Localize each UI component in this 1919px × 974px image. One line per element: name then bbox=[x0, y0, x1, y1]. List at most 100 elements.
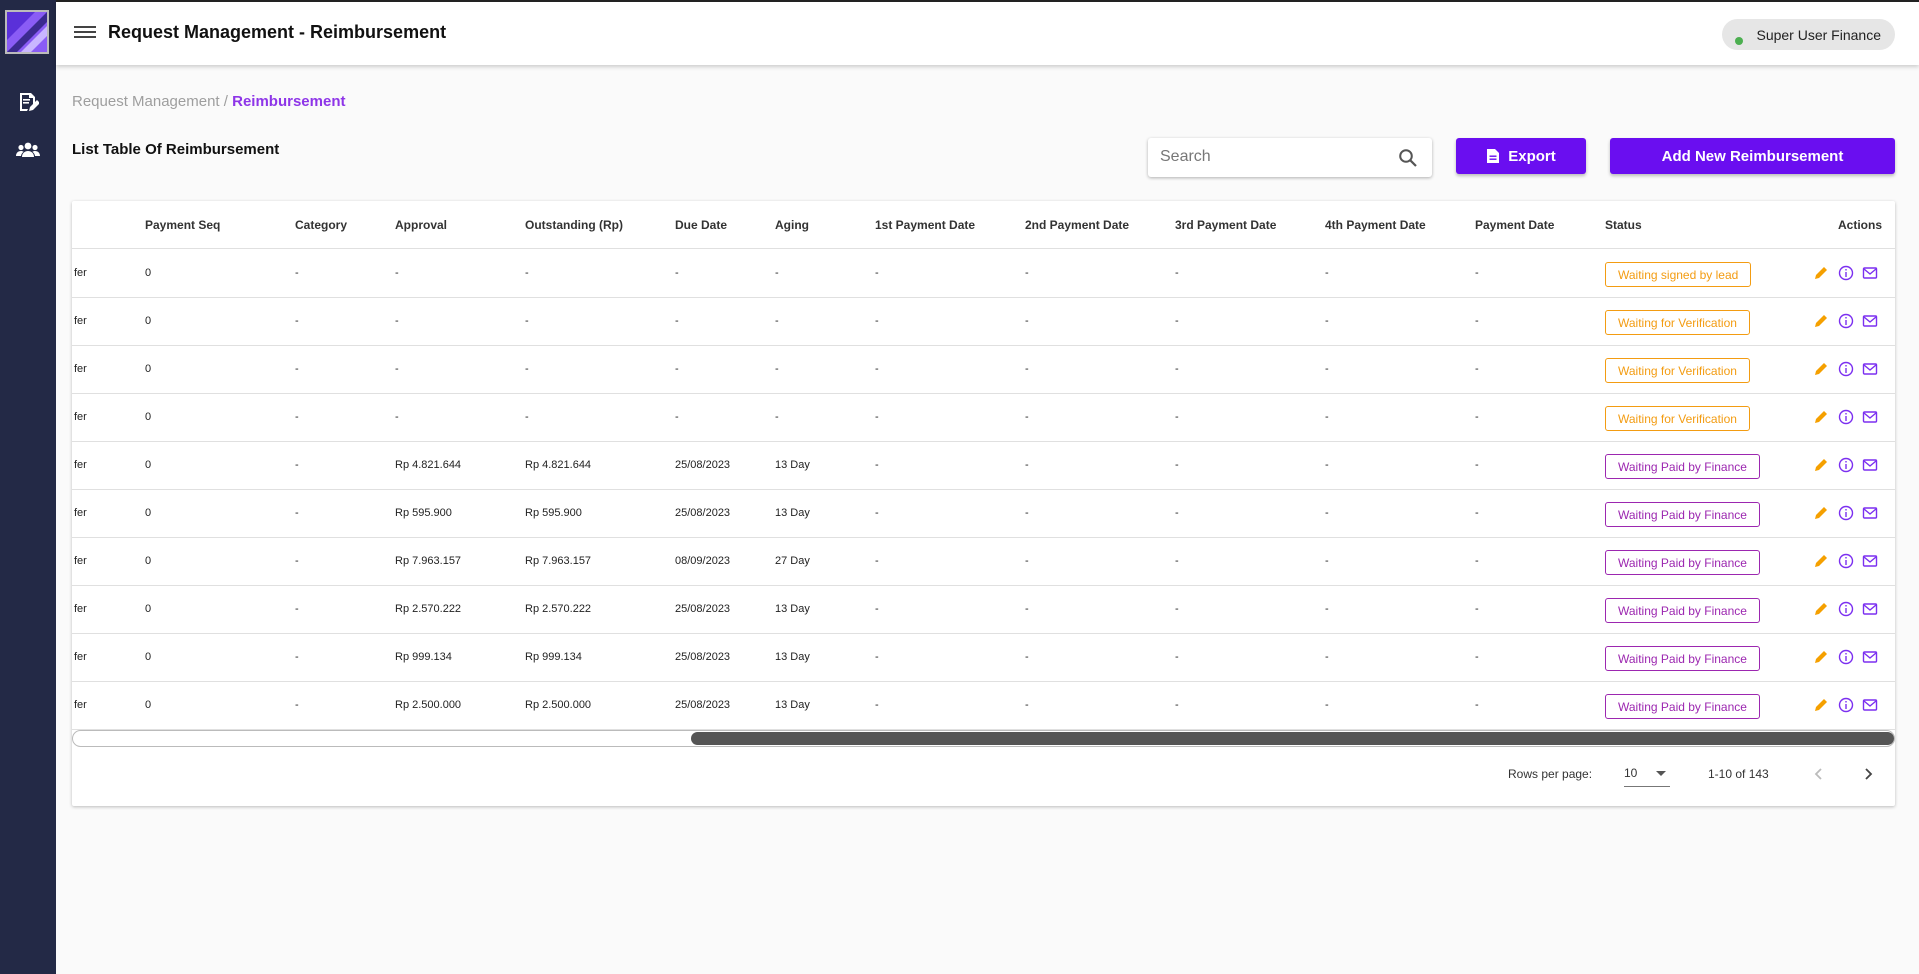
table-row[interactable]: fer 0 - - - - - - - - - - Waiting for Verification bbox=[72, 346, 1895, 394]
edit-icon[interactable] bbox=[1813, 361, 1829, 377]
mail-icon[interactable] bbox=[1862, 505, 1878, 521]
cell-outstanding: - bbox=[525, 411, 529, 423]
col-status[interactable]: Status bbox=[1605, 218, 1642, 232]
previous-page-button[interactable] bbox=[1805, 760, 1833, 788]
users-group-icon[interactable] bbox=[14, 136, 42, 164]
info-icon[interactable] bbox=[1838, 313, 1854, 329]
cell-3rd-payment-date: - bbox=[1175, 363, 1179, 375]
col-due-date[interactable]: Due Date bbox=[675, 218, 727, 232]
info-icon[interactable] bbox=[1838, 457, 1854, 473]
cell-2nd-payment-date: - bbox=[1025, 459, 1029, 471]
edit-icon[interactable] bbox=[1813, 649, 1829, 665]
edit-icon[interactable] bbox=[1813, 313, 1829, 329]
cell-category: - bbox=[295, 315, 299, 327]
info-icon[interactable] bbox=[1838, 649, 1854, 665]
col-category[interactable]: Category bbox=[295, 218, 347, 232]
cell-prefix: fer bbox=[74, 459, 87, 471]
col-3rd-payment-date[interactable]: 3rd Payment Date bbox=[1175, 218, 1276, 232]
mail-icon[interactable] bbox=[1862, 409, 1878, 425]
horizontal-scrollbar[interactable] bbox=[72, 730, 1895, 747]
scrollbar-thumb[interactable] bbox=[691, 732, 1894, 745]
cell-2nd-payment-date: - bbox=[1025, 603, 1029, 615]
cell-payment-date: - bbox=[1475, 315, 1479, 327]
document-edit-icon[interactable] bbox=[14, 88, 42, 116]
cell-prefix: fer bbox=[74, 507, 87, 519]
col-actions: Actions bbox=[1838, 218, 1883, 232]
cell-approval: - bbox=[395, 315, 399, 327]
edit-icon[interactable] bbox=[1813, 265, 1829, 281]
mail-icon[interactable] bbox=[1862, 361, 1878, 377]
edit-icon[interactable] bbox=[1813, 697, 1829, 713]
info-icon[interactable] bbox=[1838, 601, 1854, 617]
table-row[interactable]: fer 0 - Rp 4.821.644 Rp 4.821.644 25/08/2023 1… bbox=[72, 442, 1895, 490]
app-logo[interactable] bbox=[5, 10, 49, 54]
info-icon[interactable] bbox=[1838, 697, 1854, 713]
cell-payment-date: - bbox=[1475, 555, 1479, 567]
export-button[interactable]: Export bbox=[1456, 138, 1586, 174]
col-payment-seq[interactable]: Payment Seq bbox=[145, 218, 220, 232]
mail-icon[interactable] bbox=[1862, 649, 1878, 665]
info-icon[interactable] bbox=[1838, 361, 1854, 377]
breadcrumb-separator: / bbox=[223, 93, 228, 110]
edit-icon[interactable] bbox=[1813, 457, 1829, 473]
mail-icon[interactable] bbox=[1862, 457, 1878, 473]
table-row[interactable]: fer 0 - - - - - - - - - - Waiting signed by lead bbox=[72, 250, 1895, 298]
table-row[interactable]: fer 0 - - - - - - - - - - Waiting for Verification bbox=[72, 394, 1895, 442]
add-new-reimbursement-button[interactable]: Add New Reimbursement bbox=[1610, 138, 1895, 174]
info-icon[interactable] bbox=[1838, 505, 1854, 521]
info-icon[interactable] bbox=[1838, 265, 1854, 281]
cell-4th-payment-date: - bbox=[1325, 603, 1329, 615]
breadcrumb-parent[interactable]: Request Management bbox=[72, 93, 220, 110]
cell-payment-seq: 0 bbox=[145, 555, 152, 567]
edit-icon[interactable] bbox=[1813, 409, 1829, 425]
search-input[interactable] bbox=[1160, 148, 1390, 166]
cell-category: - bbox=[295, 363, 299, 375]
col-2nd-payment-date[interactable]: 2nd Payment Date bbox=[1025, 218, 1129, 232]
mail-icon[interactable] bbox=[1862, 313, 1878, 329]
rows-per-page-select[interactable]: 10 bbox=[1624, 761, 1670, 787]
edit-icon[interactable] bbox=[1813, 505, 1829, 521]
info-icon[interactable] bbox=[1838, 409, 1854, 425]
table-row[interactable]: fer 0 - Rp 2.570.222 Rp 2.570.222 25/08/2023 1… bbox=[72, 586, 1895, 634]
cell-1st-payment-date: - bbox=[875, 603, 879, 615]
table-row[interactable]: fer 0 - Rp 2.500.000 Rp 2.500.000 25/08/2023 1… bbox=[72, 682, 1895, 730]
cell-due-date: 25/08/2023 bbox=[675, 651, 731, 663]
cell-approval: Rp 999.134 bbox=[395, 651, 452, 663]
cell-4th-payment-date: - bbox=[1325, 363, 1329, 375]
info-icon[interactable] bbox=[1838, 553, 1854, 569]
col-aging[interactable]: Aging bbox=[775, 218, 809, 232]
cell-due-date: - bbox=[675, 315, 679, 327]
cell-category: - bbox=[295, 699, 299, 711]
cell-aging: - bbox=[775, 411, 779, 423]
user-menu-chip[interactable]: Super User Finance bbox=[1722, 19, 1895, 50]
export-button-label: Export bbox=[1508, 147, 1556, 165]
mail-icon[interactable] bbox=[1862, 697, 1878, 713]
col-1st-payment-date[interactable]: 1st Payment Date bbox=[875, 218, 975, 232]
cell-due-date: 25/08/2023 bbox=[675, 459, 731, 471]
mail-icon[interactable] bbox=[1862, 601, 1878, 617]
table-row[interactable]: fer 0 - Rp 999.134 Rp 999.134 25/08/2023 13 Da… bbox=[72, 634, 1895, 682]
status-badge: Waiting Paid by Finance bbox=[1605, 550, 1760, 575]
col-approval[interactable]: Approval bbox=[395, 218, 447, 232]
cell-2nd-payment-date: - bbox=[1025, 363, 1029, 375]
edit-icon[interactable] bbox=[1813, 601, 1829, 617]
col-payment-date[interactable]: Payment Date bbox=[1475, 218, 1554, 232]
hamburger-menu-icon[interactable] bbox=[74, 23, 96, 43]
next-page-button[interactable] bbox=[1854, 760, 1882, 788]
col-4th-payment-date[interactable]: 4th Payment Date bbox=[1325, 218, 1426, 232]
col-outstanding[interactable]: Outstanding (Rp) bbox=[525, 218, 623, 232]
reimbursement-table-card: Payment Seq Category Approval Outstandin… bbox=[72, 201, 1895, 806]
mail-icon[interactable] bbox=[1862, 265, 1878, 281]
search-icon[interactable] bbox=[1398, 148, 1418, 168]
table-row[interactable]: fer 0 - Rp 7.963.157 Rp 7.963.157 08/09/2023 2… bbox=[72, 538, 1895, 586]
cell-payment-seq: 0 bbox=[145, 651, 152, 663]
cell-category: - bbox=[295, 603, 299, 615]
table-row[interactable]: fer 0 - - - - - - - - - - Waiting for Verification bbox=[72, 298, 1895, 346]
edit-icon[interactable] bbox=[1813, 553, 1829, 569]
cell-4th-payment-date: - bbox=[1325, 555, 1329, 567]
table-row[interactable]: fer 0 - Rp 595.900 Rp 595.900 25/08/2023 13 Da… bbox=[72, 490, 1895, 538]
status-badge: Waiting Paid by Finance bbox=[1605, 694, 1760, 719]
cell-approval: - bbox=[395, 411, 399, 423]
cell-payment-seq: 0 bbox=[145, 315, 152, 327]
mail-icon[interactable] bbox=[1862, 553, 1878, 569]
